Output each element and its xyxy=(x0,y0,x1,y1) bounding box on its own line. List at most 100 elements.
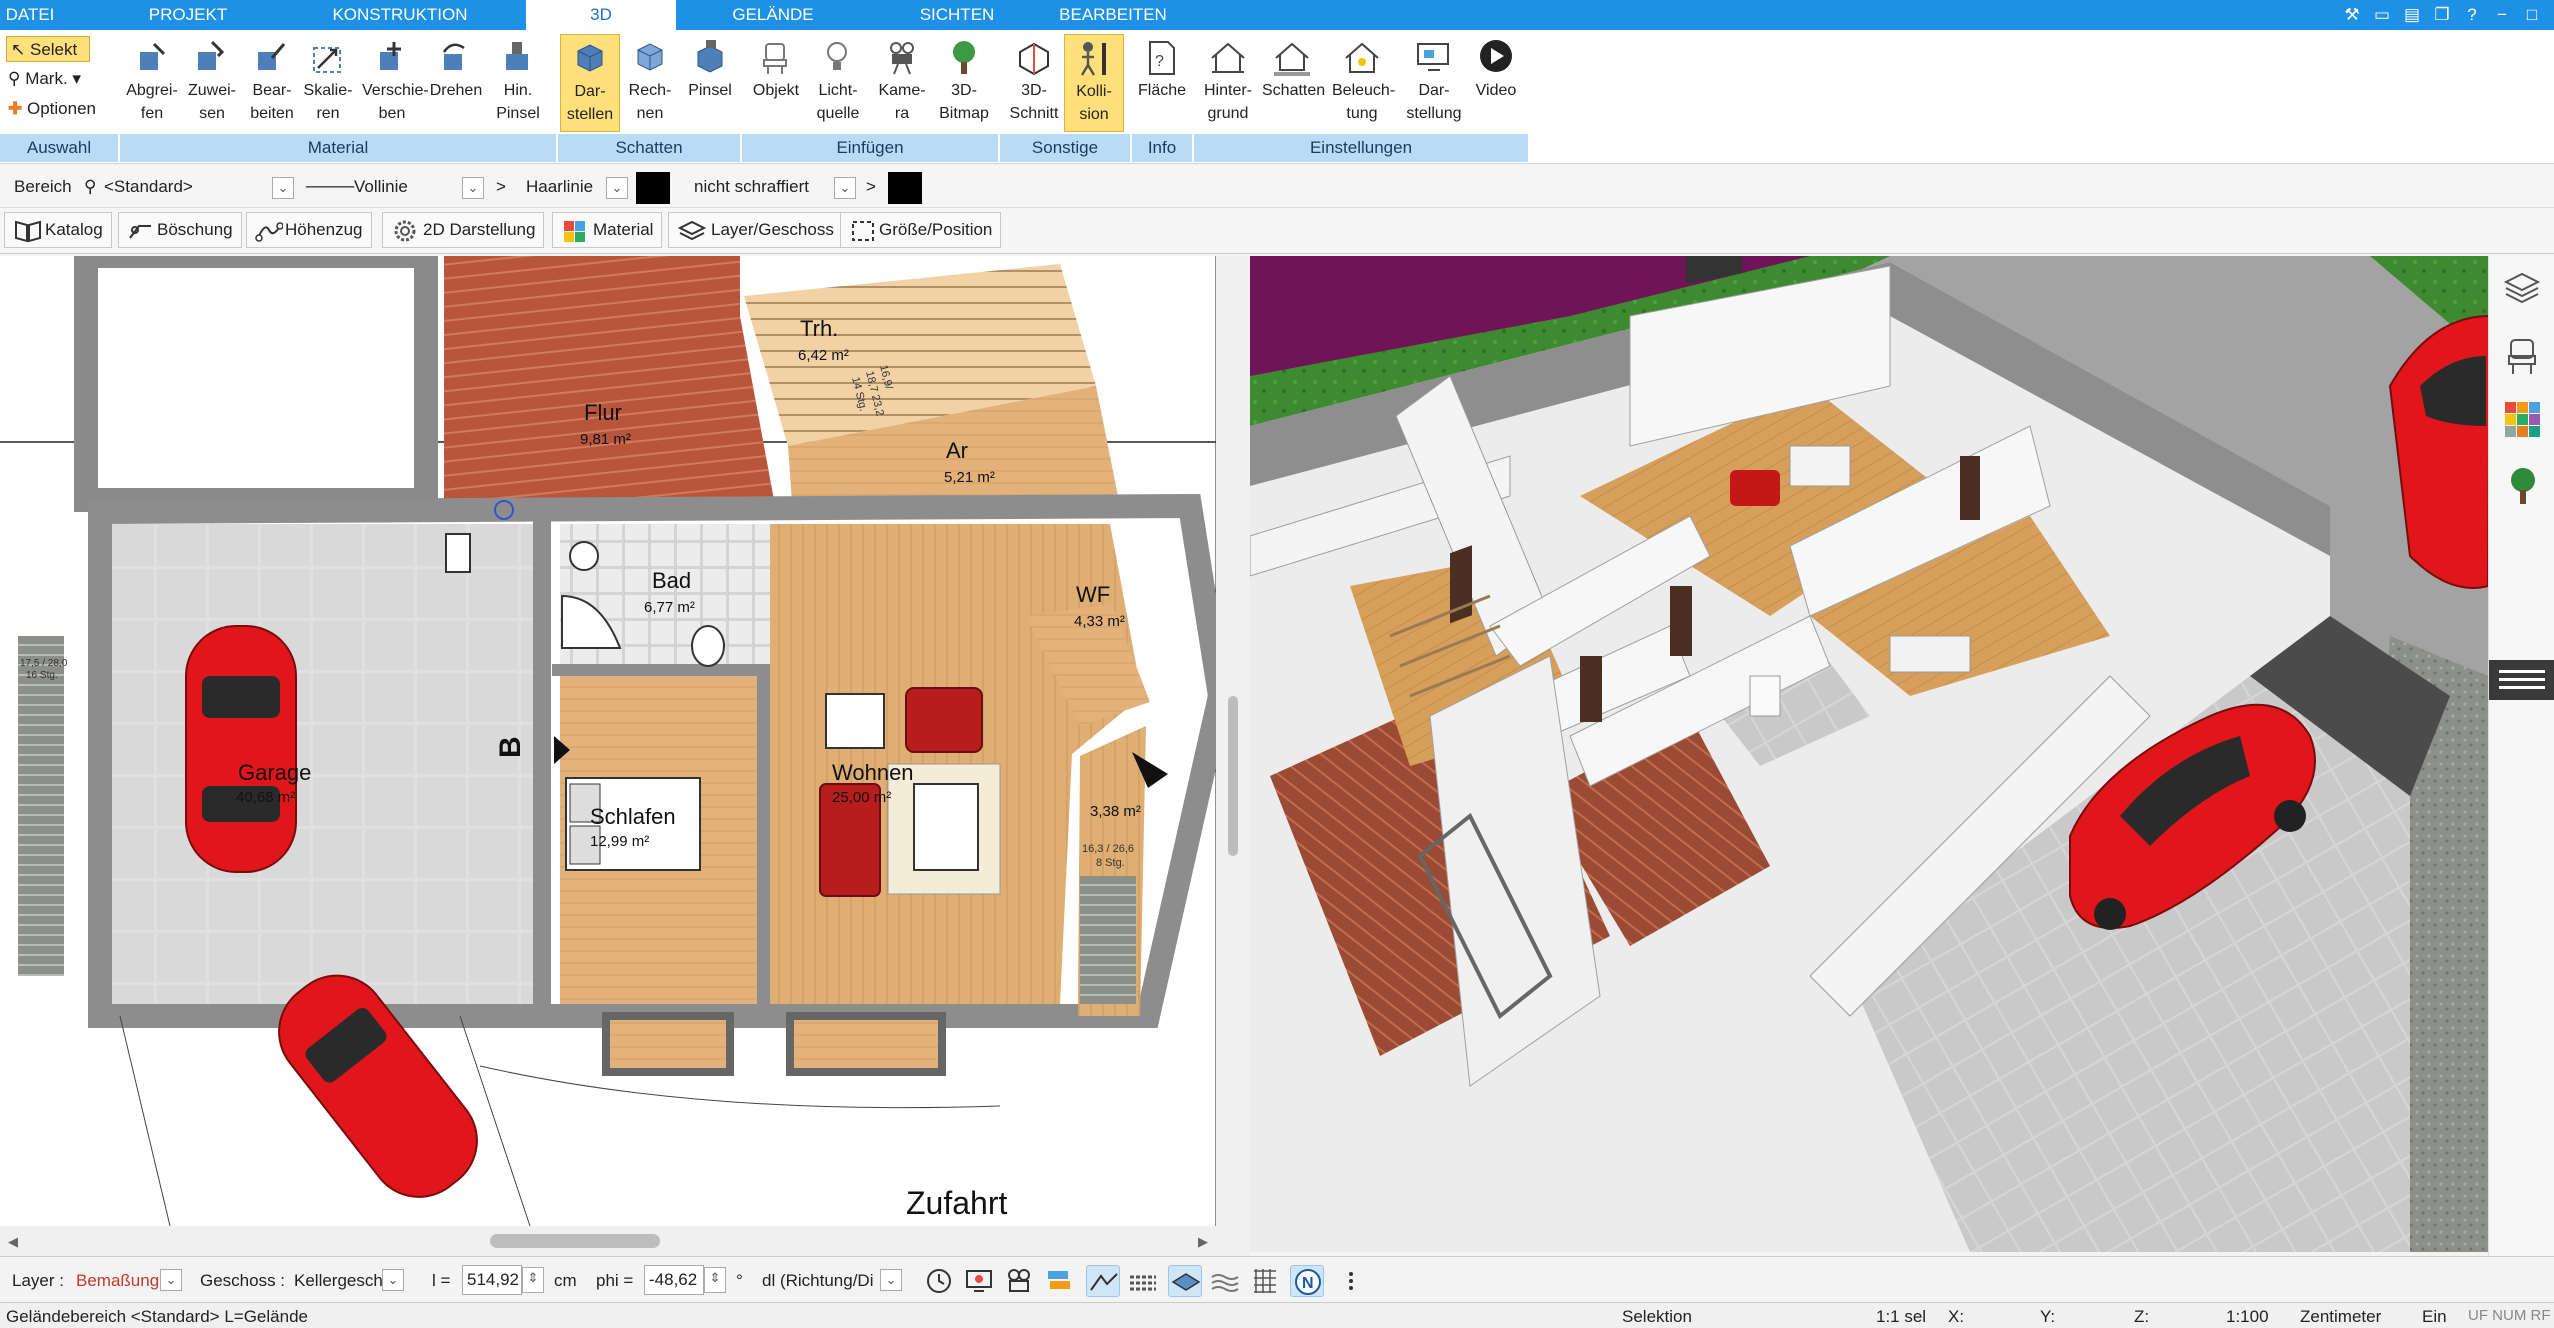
bay-right xyxy=(786,1012,946,1076)
kamera-button[interactable]: Kame-ra xyxy=(872,34,932,132)
layer-select[interactable]: Bemaßung xyxy=(76,1271,159,1291)
scroll-thumb[interactable] xyxy=(490,1234,660,1248)
tree-icon[interactable] xyxy=(2507,466,2539,511)
floor-plan-view[interactable]: B Flur 9,81 m² Trh. 6,42 m² Ar 5,21 m² B… xyxy=(0,256,1232,1256)
monitor-icon[interactable] xyxy=(962,1265,996,1297)
direction-dropdown[interactable]: ⌄ xyxy=(880,1269,902,1291)
material-button[interactable]: Material xyxy=(552,212,663,248)
3d-schnitt-button[interactable]: 3D- Schnitt xyxy=(1004,34,1064,132)
tab-datei[interactable]: DATEI xyxy=(0,0,60,30)
tab-sichten[interactable]: SICHTEN xyxy=(890,0,1024,30)
schatten-pinsel-button[interactable]: Pinsel xyxy=(680,34,740,132)
hin-pinsel-button[interactable]: Hin. Pinsel xyxy=(488,34,548,132)
floors-icon[interactable] xyxy=(1042,1265,1076,1297)
hintergrund-button[interactable]: Hinter-grund xyxy=(1198,34,1258,132)
bearbeiten-button[interactable]: Bear-beiten xyxy=(242,34,302,132)
geschoss-select[interactable]: Kellergesch xyxy=(294,1271,383,1291)
tab-bearbeiten[interactable]: BEARBEITEN xyxy=(1040,0,1186,30)
line-style-dropdown[interactable]: ⌄ xyxy=(462,177,484,199)
layer-geschoss-button[interactable]: Layer/Geschoss xyxy=(668,212,843,248)
tab-3d[interactable]: 3D xyxy=(526,0,676,30)
hoehenzug-button[interactable]: Höhenzug xyxy=(246,212,372,248)
line-style-select[interactable]: Vollinie xyxy=(354,177,408,197)
phi-input[interactable]: -48,62 xyxy=(644,1265,704,1295)
rechnen-button[interactable]: Rech-nen xyxy=(620,34,680,132)
3d-bitmap-button[interactable]: 3D- Bitmap xyxy=(934,34,994,132)
layout-icon[interactable]: ▤ xyxy=(2400,3,2424,27)
camera-icon[interactable] xyxy=(1002,1265,1036,1297)
flaeche-button[interactable]: ? Fläche xyxy=(1132,34,1192,132)
floor-plan-canvas[interactable]: B Flur 9,81 m² Trh. 6,42 m² Ar 5,21 m² B… xyxy=(0,256,1232,1227)
view-splitter[interactable] xyxy=(1216,256,1250,1256)
katalog-button[interactable]: Katalog xyxy=(4,212,112,248)
lichtquelle-button[interactable]: Licht-quelle xyxy=(808,34,868,132)
hatch-color-swatch[interactable] xyxy=(888,172,922,204)
boeschung-button[interactable]: Böschung xyxy=(118,212,242,248)
grid-icon[interactable] xyxy=(1248,1265,1282,1297)
layer-geschoss-label: Layer/Geschoss xyxy=(711,220,834,239)
direction-select[interactable]: dl (Richtung/Di xyxy=(762,1271,874,1291)
beleuchtung-button[interactable]: Beleuch-tung xyxy=(1332,34,1395,132)
terrain-icon[interactable] xyxy=(1086,1265,1120,1297)
more-icon[interactable] xyxy=(1334,1265,1368,1297)
selekt-button[interactable]: ↖ Selekt xyxy=(6,36,90,62)
line-weight-dropdown[interactable]: ⌄ xyxy=(606,177,628,199)
floor-corridor-top xyxy=(444,256,740,316)
horizontal-scrollbar[interactable]: ◀ ▶ xyxy=(0,1226,1216,1256)
material-panel-icon[interactable] xyxy=(2505,402,2541,443)
mark-button[interactable]: ⚲ Mark. ▾ xyxy=(8,66,81,92)
objekt-button[interactable]: Objekt xyxy=(746,34,806,132)
group-label-einstellungen: Einstellungen xyxy=(1194,134,1528,162)
tab-konstruktion[interactable]: KONSTRUKTION xyxy=(300,0,500,30)
maximize-icon[interactable]: □ xyxy=(2520,3,2544,27)
hatch-dropdown[interactable]: ⌄ xyxy=(834,177,856,199)
chair-catalog-icon[interactable] xyxy=(2505,336,2539,381)
scroll-right-icon[interactable]: ▶ xyxy=(1198,1234,1208,1250)
video-button[interactable]: Video xyxy=(1466,34,1526,132)
room-area-bad: 6,77 m² xyxy=(644,599,695,616)
bereich-dropdown[interactable]: ⌄ xyxy=(272,177,294,199)
tools-icon[interactable]: ⚒ xyxy=(2340,3,2364,27)
bereich-select[interactable]: <Standard> xyxy=(104,177,193,197)
optionen-button[interactable]: ✚ Optionen xyxy=(8,96,96,122)
panel-toggle-button[interactable] xyxy=(2489,660,2554,700)
layer-dropdown[interactable]: ⌄ xyxy=(160,1269,182,1291)
line-weight-select[interactable]: Haarlinie xyxy=(526,177,593,197)
minimize-icon[interactable]: − xyxy=(2490,3,2514,27)
length-input[interactable]: 514,92 xyxy=(462,1265,522,1295)
length-stepper[interactable]: ⇕ xyxy=(522,1267,544,1293)
hatch-icon[interactable] xyxy=(1126,1265,1160,1297)
kollision-button[interactable]: Kolli-sion xyxy=(1064,34,1124,132)
help-icon[interactable]: ? xyxy=(2460,3,2484,27)
window-mode-icon[interactable]: ▭ xyxy=(2370,3,2394,27)
skalieren-button[interactable]: Skalie-ren xyxy=(298,34,358,132)
layers-toggle-icon[interactable] xyxy=(1168,1265,1202,1297)
north-icon[interactable]: N xyxy=(1290,1265,1324,1297)
hatch-select[interactable]: nicht schraffiert xyxy=(694,177,809,197)
2d-darstellung-button[interactable]: 2D Darstellung xyxy=(382,212,545,248)
bay-left xyxy=(602,1012,734,1076)
zuweisen-button[interactable]: Zuwei-sen xyxy=(182,34,242,132)
tab-projekt[interactable]: PROJEKT xyxy=(122,0,254,30)
darstellen-button[interactable]: Dar-stellen xyxy=(560,34,620,132)
geschoss-dropdown[interactable]: ⌄ xyxy=(382,1269,404,1291)
tab-gelaende[interactable]: GELÄNDE xyxy=(700,0,846,30)
schatten-einst-button[interactable]: Schatten xyxy=(1262,34,1325,132)
line-color-swatch[interactable] xyxy=(636,172,670,204)
restore-icon[interactable]: ❐ xyxy=(2430,3,2454,27)
layers-panel-icon[interactable] xyxy=(2503,270,2541,311)
darstellung-button[interactable]: Dar-stellung xyxy=(1404,34,1464,132)
clock-icon[interactable] xyxy=(922,1265,956,1297)
abgreifen-button[interactable]: Abgrei-fen xyxy=(122,34,182,132)
3d-view[interactable] xyxy=(1250,256,2488,1252)
scroll-left-icon[interactable]: ◀ xyxy=(8,1234,18,1250)
mark-label: Mark. xyxy=(25,69,68,88)
hin-pinsel-label-1: Hin. xyxy=(503,82,533,99)
splitter-handle[interactable] xyxy=(1228,696,1238,856)
verschieben-button[interactable]: Verschie-ben xyxy=(362,34,429,132)
groesse-position-button[interactable]: Größe/Position xyxy=(840,212,1002,248)
water-icon[interactable] xyxy=(1208,1265,1242,1297)
drehen-button[interactable]: Drehen xyxy=(426,34,486,132)
3d-canvas[interactable] xyxy=(1250,256,2488,1252)
phi-stepper[interactable]: ⇕ xyxy=(704,1267,726,1293)
